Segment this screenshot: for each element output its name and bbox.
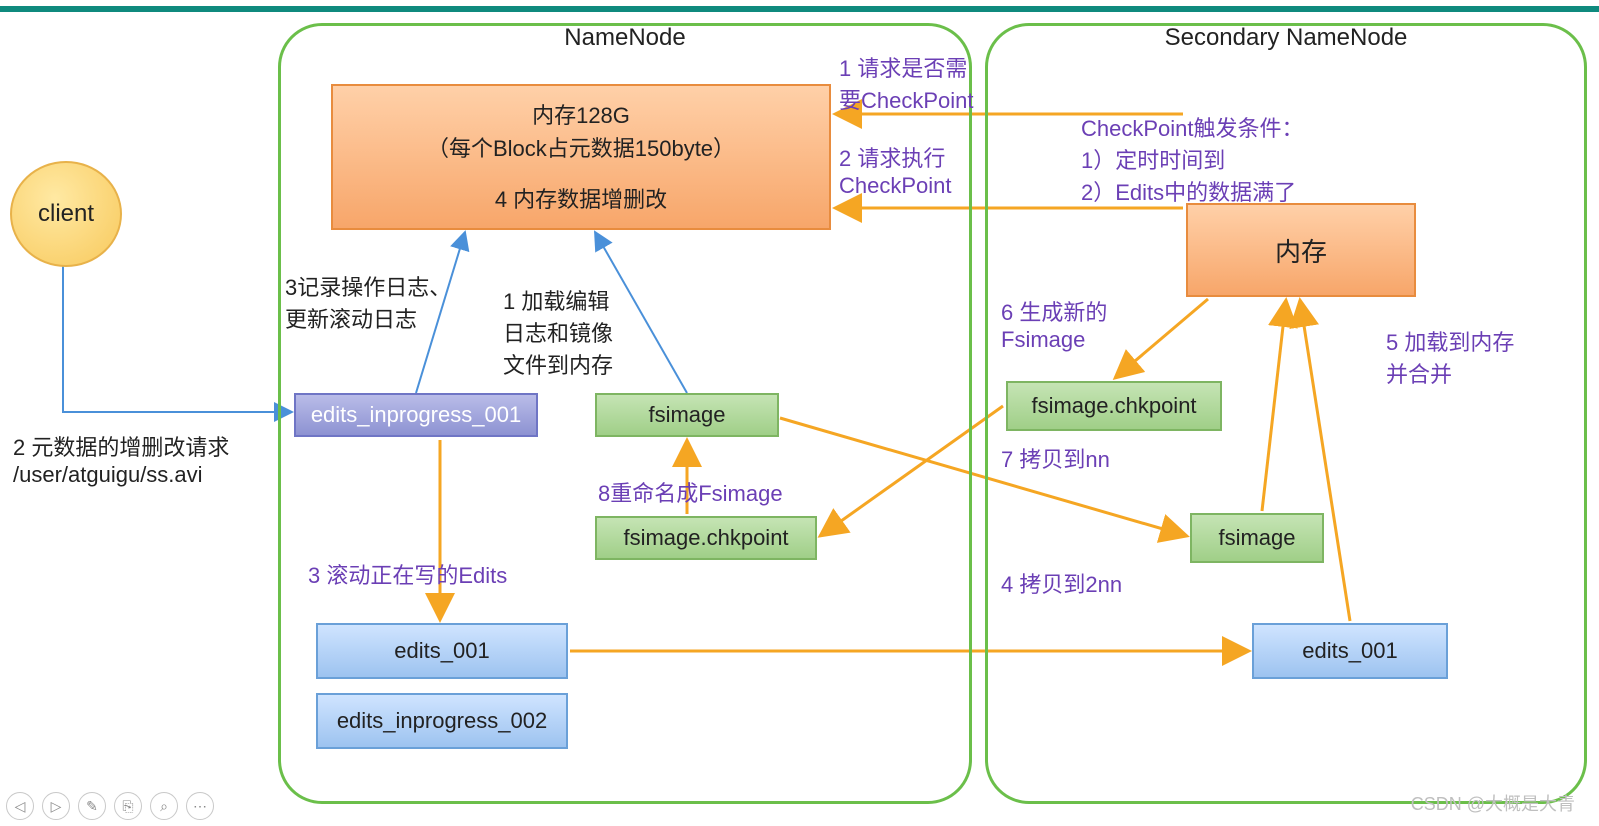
mem-line3: 4 内存数据增删改 xyxy=(495,183,667,216)
fsimage-box: fsimage xyxy=(595,393,779,437)
snn-fsimage-box: fsimage xyxy=(1190,513,1324,563)
mem-line1: 内存128G xyxy=(532,99,630,132)
next-icon[interactable]: ▷ xyxy=(42,792,70,820)
copy-icon[interactable]: ⎘ xyxy=(114,792,142,820)
edits-inprogress-002-box: edits_inprogress_002 xyxy=(316,693,568,749)
label-checkpoint-conditions: CheckPoint触发条件： 1）定时时间到 2）Edits中的数据满了 xyxy=(1081,111,1304,207)
top-accent-bar xyxy=(0,6,1599,12)
label-generate-fsimage: 6 生成新的 Fsimage xyxy=(1001,295,1107,353)
snn-edits-001-box: edits_001 xyxy=(1252,623,1448,679)
label-copy-to-nn: 7 拷贝到nn xyxy=(1001,442,1110,474)
snn-fsimage-chkpoint-box: fsimage.chkpoint xyxy=(1006,381,1222,431)
label-load-edits: 1 加载编辑 日志和镜像 文件到内存 xyxy=(503,284,613,380)
more-icon[interactable]: ⋯ xyxy=(186,792,214,820)
label-record-log: 3记录操作日志、 更新滚动日志 xyxy=(285,270,451,334)
label-copy-to-2nn: 4 拷贝到2nn xyxy=(1001,567,1122,599)
bottom-toolbar: ◁ ▷ ✎ ⎘ ⌕ ⋯ xyxy=(6,792,214,820)
secondary-title: Secondary NameNode xyxy=(988,24,1584,52)
label-request-checkpoint: 1 请求是否需 要CheckPoint xyxy=(839,51,974,115)
label-rename-fsimage: 8重命名成Fsimage xyxy=(598,476,783,508)
label-roll-edits: 3 滚动正在写的Edits xyxy=(308,558,507,590)
prev-icon[interactable]: ◁ xyxy=(6,792,34,820)
edits-001-box: edits_001 xyxy=(316,623,568,679)
mem-line2: （每个Block占元数据150byte） xyxy=(427,132,735,165)
namenode-title: NameNode xyxy=(281,24,969,52)
label-load-merge: 5 加载到内存 并合并 xyxy=(1386,325,1514,389)
namenode-memory-box: 内存128G （每个Block占元数据150byte） 4 内存数据增删改 xyxy=(331,84,831,230)
client-label: client xyxy=(38,200,94,228)
pen-icon[interactable]: ✎ xyxy=(78,792,106,820)
client-node: client xyxy=(10,161,122,267)
zoom-icon[interactable]: ⌕ xyxy=(150,792,178,820)
label-metadata-request: 2 元数据的增删改请求 /user/atguigu/ss.avi xyxy=(13,430,229,488)
secondary-memory-box: 内存 xyxy=(1186,203,1416,297)
edits-inprogress-001-box: edits_inprogress_001 xyxy=(294,393,538,437)
label-execute-checkpoint: 2 请求执行 CheckPoint xyxy=(839,141,952,199)
watermark: CSDN @大概是大青 xyxy=(1411,790,1575,816)
fsimage-chkpoint-box: fsimage.chkpoint xyxy=(595,516,817,560)
